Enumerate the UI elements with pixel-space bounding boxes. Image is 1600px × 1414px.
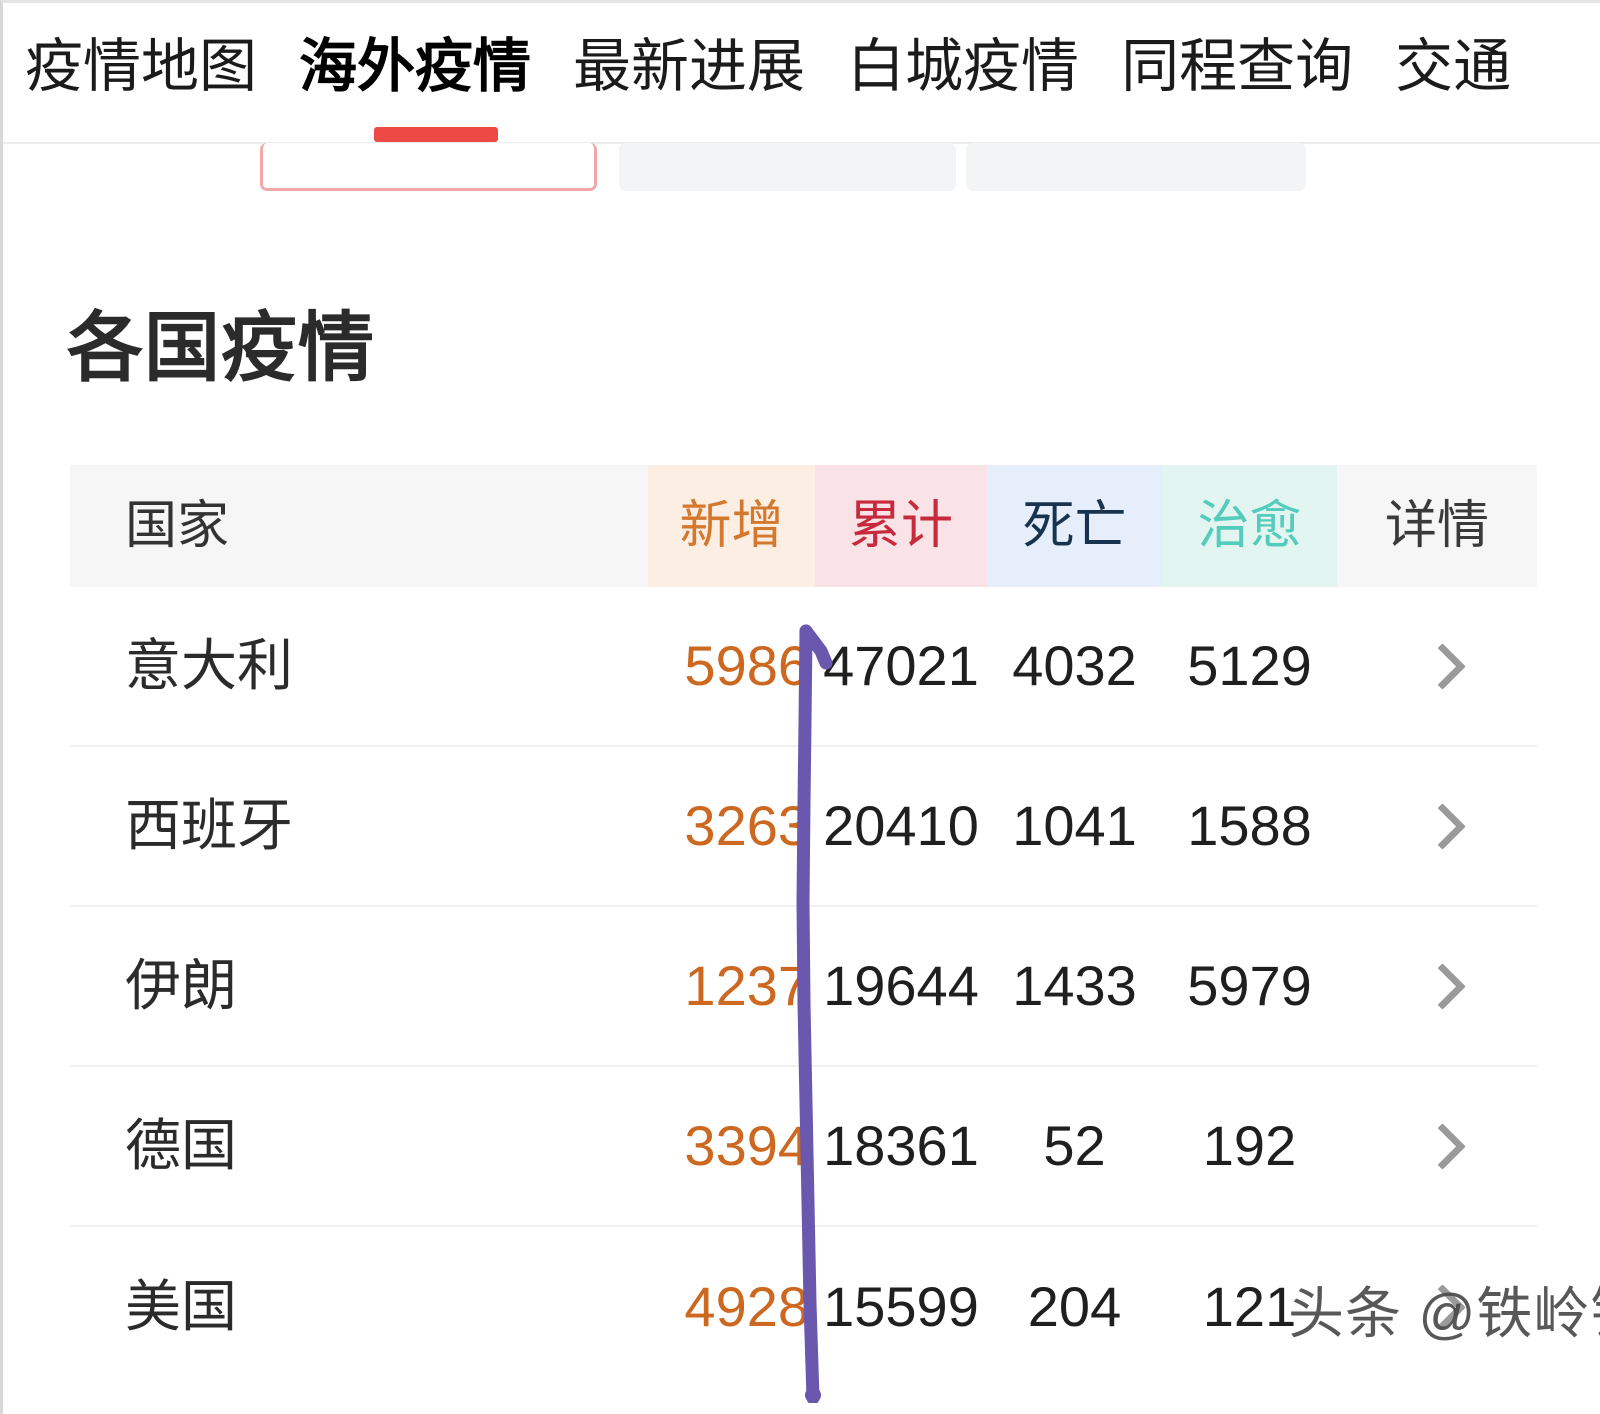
card-placeholder-selected[interactable]	[260, 143, 597, 191]
chevron-right-icon[interactable]	[1424, 802, 1450, 850]
nav-tab-tongchengchaxun[interactable]: 同程查询	[1121, 38, 1353, 96]
cell-new: 5986	[684, 634, 809, 697]
chevron-right-icon[interactable]	[1424, 1122, 1450, 1170]
cell-new: 3394	[684, 1114, 809, 1177]
cell-total: 15599	[823, 1275, 979, 1338]
card-placeholder-2[interactable]	[619, 143, 956, 191]
cell-total: 19644	[823, 954, 979, 1017]
watermark: 头条 @铁岭锋	[1288, 1282, 1600, 1345]
nav-tab-yiqingditu[interactable]: 疫情地图	[25, 38, 257, 96]
column-header-detail[interactable]: 详情	[1337, 465, 1537, 587]
cell-death: 4032	[1012, 634, 1137, 697]
app-screen: 疫情地图 海外疫情 最新进展 白城疫情 同程查询 交通 各国疫情 国家 新增 累…	[0, 0, 1600, 1414]
chevron-right-icon[interactable]	[1424, 642, 1450, 690]
chevron-right-icon[interactable]	[1424, 962, 1450, 1010]
cell-detail[interactable]	[1337, 747, 1537, 905]
table-header-row: 国家 新增 累计 死亡 治愈 详情	[70, 465, 1537, 587]
nav-tab-zuixinjinzhan[interactable]: 最新进展	[573, 38, 805, 96]
table-row[interactable]: 伊朗 1237 19644 1433 5979	[70, 907, 1537, 1067]
cell-country: 意大利	[125, 634, 293, 697]
column-header-total[interactable]: 累计	[815, 465, 987, 587]
column-header-new-label: 新增	[679, 497, 784, 555]
table-row[interactable]: 意大利 5986 47021 4032 5129	[70, 587, 1537, 747]
cell-total: 18361	[823, 1114, 979, 1177]
column-header-new[interactable]: 新增	[648, 465, 815, 587]
cell-detail[interactable]	[1337, 1067, 1537, 1225]
cell-detail[interactable]	[1337, 587, 1537, 745]
cell-detail[interactable]	[1337, 907, 1537, 1065]
column-header-detail-label: 详情	[1384, 497, 1489, 555]
cell-cured: 5129	[1187, 634, 1312, 697]
card-placeholder-3[interactable]	[966, 143, 1306, 191]
cell-total: 20410	[823, 794, 979, 857]
cell-new: 3263	[684, 794, 809, 857]
table-row[interactable]: 西班牙 3263 20410 1041 1588	[70, 747, 1537, 907]
cell-death: 1433	[1012, 954, 1137, 1017]
column-header-total-label: 累计	[848, 497, 953, 555]
nav-tab-baichengyiqing[interactable]: 白城疫情	[847, 38, 1079, 96]
cell-country: 美国	[125, 1275, 237, 1338]
column-header-country-label: 国家	[125, 497, 230, 555]
cell-country: 西班牙	[125, 794, 293, 857]
cell-death: 52	[1043, 1114, 1106, 1177]
cell-death: 204	[1027, 1275, 1122, 1338]
cell-cured: 1588	[1187, 794, 1312, 857]
cell-country: 伊朗	[125, 954, 237, 1017]
nav-tab-jiaotong[interactable]: 交通	[1395, 38, 1511, 96]
nav-tab-haiwaiyiqing[interactable]: 海外疫情	[299, 38, 531, 96]
cell-cured: 192	[1202, 1114, 1297, 1177]
card-strip	[3, 143, 1600, 191]
active-tab-underline	[374, 127, 498, 142]
cell-total: 47021	[823, 634, 979, 697]
column-header-death-label: 死亡	[1022, 497, 1127, 555]
cell-death: 1041	[1012, 794, 1137, 857]
cell-country: 德国	[125, 1114, 237, 1177]
cell-new: 1237	[684, 954, 809, 1017]
column-header-death[interactable]: 死亡	[987, 465, 1162, 587]
page-title: 各国疫情	[67, 306, 375, 391]
column-header-country[interactable]: 国家	[70, 465, 648, 587]
cell-new: 4928	[684, 1275, 809, 1338]
column-header-cured-label: 治愈	[1197, 497, 1302, 555]
cell-cured: 5979	[1187, 954, 1312, 1017]
column-header-cured[interactable]: 治愈	[1162, 465, 1337, 587]
country-epidemic-table: 国家 新增 累计 死亡 治愈 详情 意大利 5986 47021 4032 51…	[70, 465, 1537, 1387]
table-row[interactable]: 德国 3394 18361 52 192	[70, 1067, 1537, 1227]
top-navigation: 疫情地图 海外疫情 最新进展 白城疫情 同程查询 交通	[3, 3, 1600, 131]
